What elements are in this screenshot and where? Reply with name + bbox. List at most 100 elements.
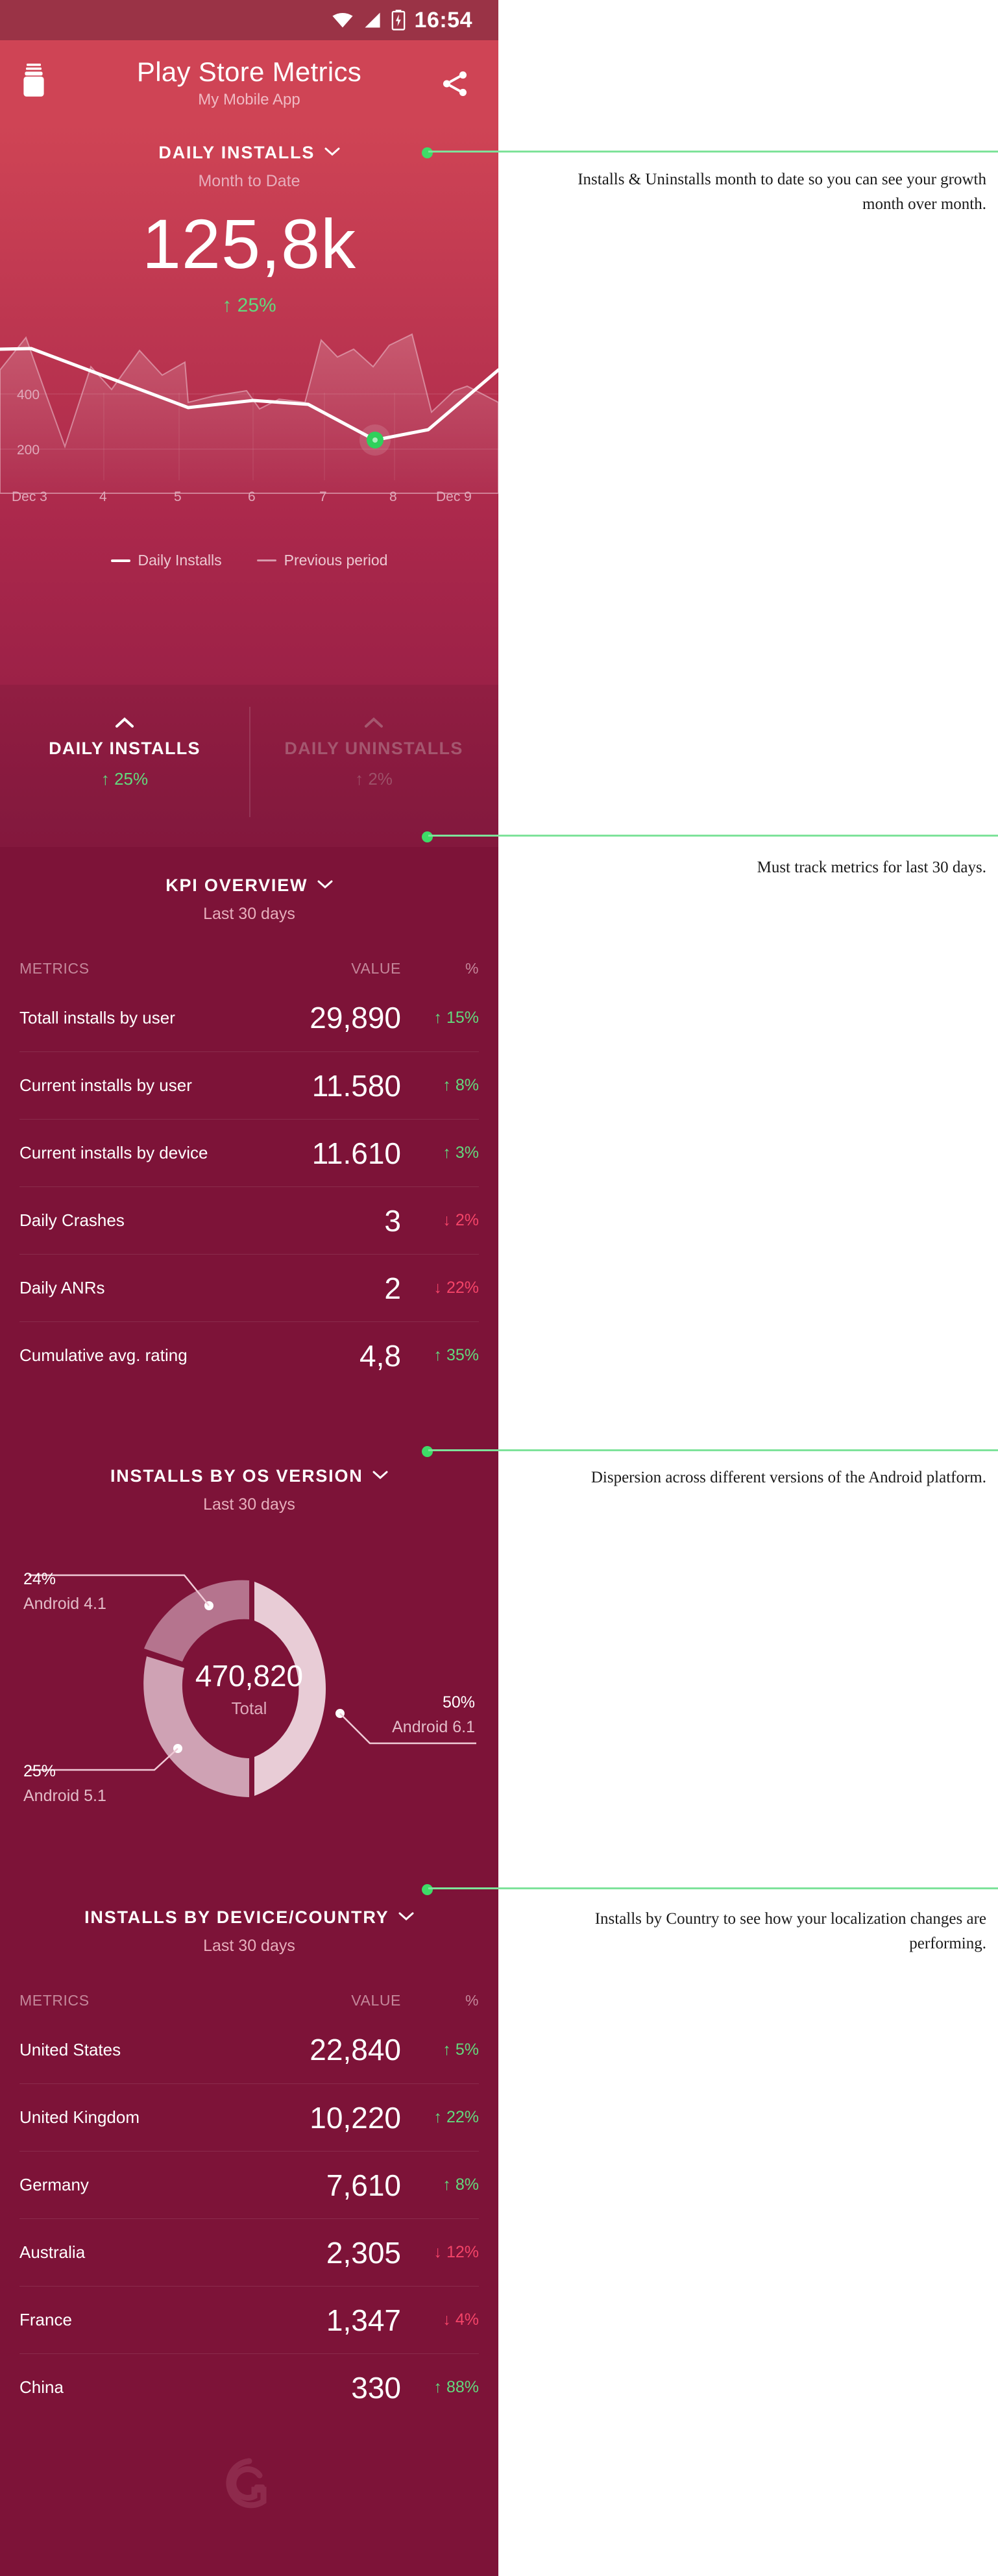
chevron-down-icon[interactable] [372,1471,388,1480]
kpi-overview-period: Last 30 days [203,905,295,923]
table-row[interactable]: Daily Crashes 3 ↓ 2% [19,1186,479,1254]
daily-installs-period: Month to Date [198,172,300,190]
app-subtitle: My Mobile App [198,90,300,108]
annotation-dot-2 [422,831,433,842]
x-tick-3: 6 [248,489,256,504]
donut-callout-android-51: 25% Android 5.1 [23,1762,106,1806]
installs-by-country-card: INSTALLS BY DEVICE/COUNTRY Last 30 days … [0,1879,498,2418]
chevron-down-icon[interactable] [398,1912,414,1921]
country-metric: Germany [19,2175,89,2194]
tab-daily-uninstalls-delta: ↑ 2% [355,769,393,789]
donut-callout-51-pct: 25% [23,1762,56,1780]
country-table-body: United States 22,840 ↑ 5% United Kingdom 10,… [19,2016,479,2421]
brand-logo-icon [226,2458,267,2509]
chevron-down-icon[interactable] [324,147,340,156]
kpi-metric: Cumulative avg. rating [19,1345,188,1365]
legend-item-daily-installs: Daily Installs [110,552,222,569]
tab-daily-installs-label: DAILY INSTALLS [49,739,201,758]
country-metric: China [19,2377,64,2397]
annotation-line-3 [428,1449,998,1451]
kpi-overview-card: KPI OVERVIEW Last 30 days METRICS VALUE … [0,847,498,1438]
kpi-delta: ↓ 22% [433,1279,479,1297]
table-row[interactable]: Germany 7,610 ↑ 8% [19,2151,479,2218]
donut-callout-41-label: Android 4.1 [23,1595,106,1613]
table-row[interactable]: United States 22,840 ↑ 5% [19,2016,479,2083]
country-delta: ↓ 12% [433,2243,479,2261]
daily-installs-linechart[interactable]: 400 200 Dec 3 4 5 6 7 8 Dec 9 Daily Inst… [0,331,498,569]
table-row[interactable]: Current installs by user 11.580 ↑ 8% [19,1051,479,1119]
country-metric: United Kingdom [19,2107,140,2127]
kpi-metric: Daily Crashes [19,1210,125,1230]
kpi-value: 11.580 [311,1068,401,1103]
country-value: 330 [351,2370,401,2405]
tab-daily-installs[interactable]: DAILY INSTALLS ↑ 25% [0,685,249,847]
kpi-col-value: VALUE [351,960,401,977]
donut-slice-android-41 [144,1580,249,1662]
chevron-down-icon[interactable] [317,880,333,889]
tab-daily-installs-delta: ↑ 25% [101,769,149,789]
donut-callout-51-label: Android 5.1 [23,1787,106,1805]
kpi-metric: Current installs by user [19,1075,192,1095]
chart-legend: Daily Installs Previous period [0,552,498,569]
kpi-metric: Current installs by device [19,1143,208,1162]
kpi-overview-title: KPI OVERVIEW [165,876,308,895]
country-delta: ↑ 22% [433,2108,479,2126]
chevron-up-icon [365,717,383,728]
installs-by-os-header[interactable]: INSTALLS BY OS VERSION Last 30 days [0,1466,498,1514]
table-row[interactable]: Daily ANRs 2 ↓ 22% [19,1254,479,1321]
table-row[interactable]: Cumulative avg. rating 4,8 ↑ 35% [19,1321,479,1389]
battery-charging-icon [391,10,405,31]
daily-installs-value: 125,8k [141,204,357,283]
share-icon[interactable] [439,69,470,99]
kpi-table-header: METRICS VALUE % [19,960,479,984]
country-metric: Australia [19,2242,86,2262]
kpi-metric: Totall installs by user [19,1007,175,1027]
country-value: 1,347 [326,2303,401,2337]
kpi-table: METRICS VALUE % Totall installs by user 2… [0,960,498,1389]
kpi-metric: Daily ANRs [19,1278,105,1297]
table-row[interactable]: Current installs by device 11.610 ↑ 3% [19,1119,479,1186]
chart-highlight-point[interactable] [359,424,391,456]
country-col-metrics: METRICS [19,1992,90,2009]
os-donut-chart[interactable]: 470,820 Total 24% Android 4.1 50% Androi… [0,1536,498,1841]
legend-swatch-solid [110,559,130,562]
country-value: 10,220 [310,2100,401,2135]
wifi-icon [332,13,353,28]
phone-screen: 16:54 Play Store Metrics My Mobile App D… [0,0,498,2576]
country-delta: ↑ 8% [443,2176,479,2194]
legend-item-previous-period: Previous period [256,552,387,569]
annotation-dot-4 [422,1884,433,1895]
app-jar-icon[interactable] [22,64,45,97]
table-row[interactable]: United Kingdom 10,220 ↑ 22% [19,2083,479,2151]
annotation-text-2: Must track metrics for last 30 days. [757,859,986,876]
table-row[interactable]: Totall installs by user 29,890 ↑ 15% [19,984,479,1051]
metric-tabs: DAILY INSTALLS ↑ 25% DAILY UNINSTALLS ↑ … [0,685,498,847]
kpi-value: 4,8 [359,1338,401,1373]
table-row[interactable]: Australia 2,305 ↓ 12% [19,2218,479,2286]
y-tick-200: 200 [17,443,40,458]
kpi-overview-header[interactable]: KPI OVERVIEW Last 30 days [0,876,498,924]
kpi-col-percent: % [465,960,479,977]
installs-by-country-header[interactable]: INSTALLS BY DEVICE/COUNTRY Last 30 days [0,1907,498,1956]
donut-callout-61-label: Android 6.1 [392,1718,475,1736]
y-tick-400: 400 [17,387,40,402]
table-row[interactable]: China 330 ↑ 88% [19,2353,479,2421]
daily-installs-title: DAILY INSTALLS [158,143,315,162]
status-bar: 16:54 [0,0,498,40]
daily-installs-card: DAILY INSTALLS Month to Date 125,8k ↑ 25… [0,125,498,847]
country-table-header: METRICS VALUE % [19,1992,479,2016]
donut-total-value: 470,820 [195,1659,304,1693]
kpi-value: 2 [384,1271,401,1305]
kpi-value: 3 [384,1203,401,1238]
signal-icon [364,12,380,28]
kpi-value: 11.610 [311,1136,401,1170]
legend-swatch-faint [256,559,276,561]
x-tick-4: 7 [319,489,327,504]
tab-daily-uninstalls[interactable]: DAILY UNINSTALLS ↑ 2% [249,685,498,847]
installs-by-os-period: Last 30 days [203,1495,295,1514]
annotation-dot-3 [422,1446,433,1457]
donut-callout-61-pct: 50% [442,1693,475,1711]
table-row[interactable]: France 1,347 ↓ 4% [19,2286,479,2353]
chart-series-previous-period [0,333,498,494]
x-tick-6: Dec 9 [436,489,472,504]
